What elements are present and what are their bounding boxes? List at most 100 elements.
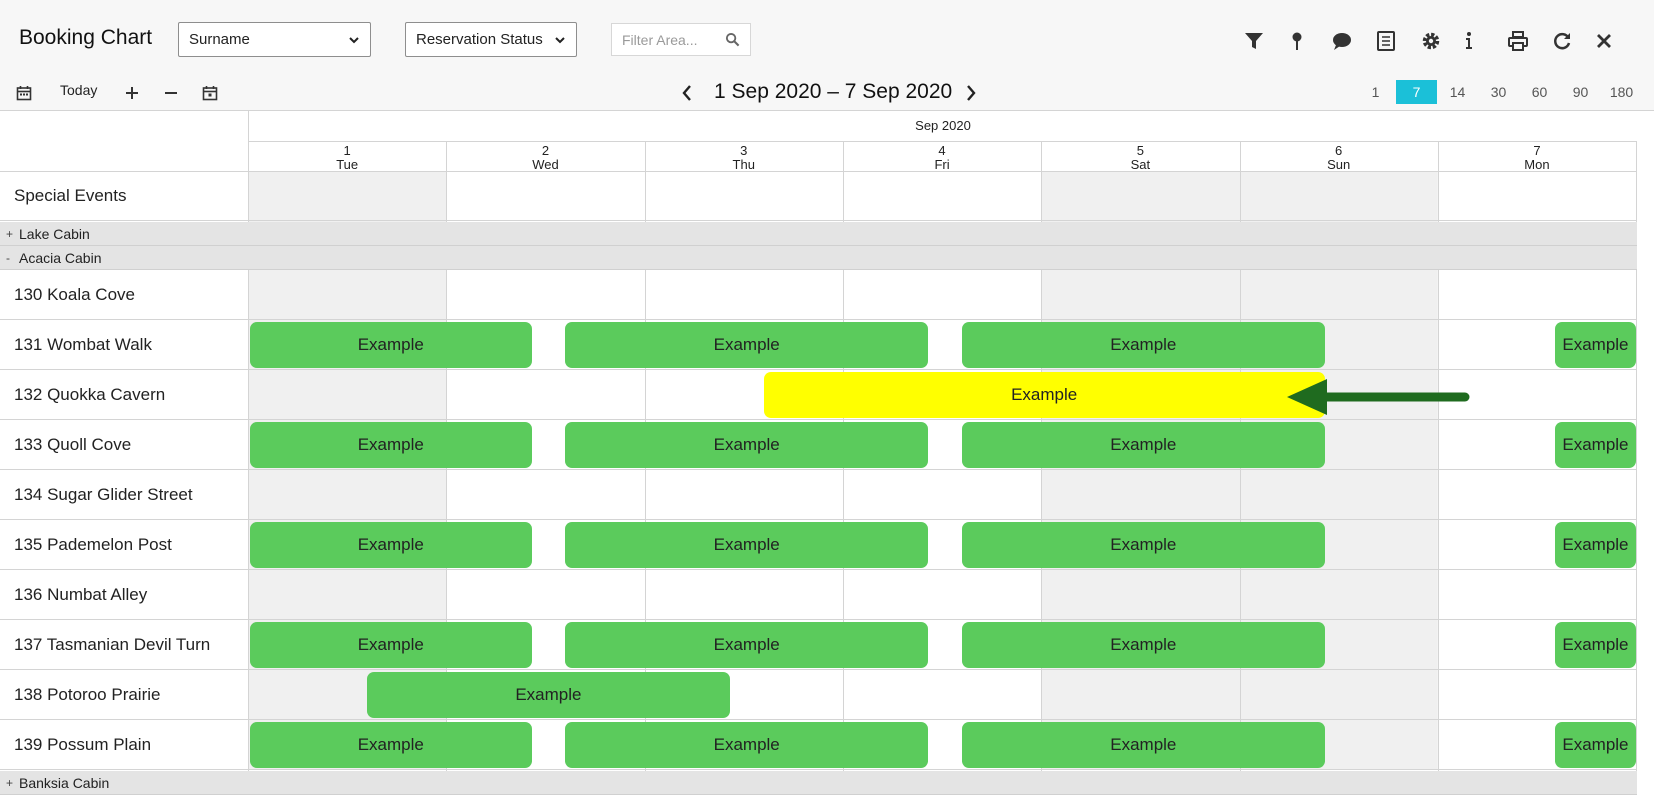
booking-block[interactable]: Example [565,322,929,368]
booking-label: Example [357,335,424,354]
group-label: Lake Cabin [19,226,90,242]
booking-block[interactable]: Example [249,322,532,368]
booking-label: Example [1562,635,1629,654]
top-toolbar: Booking Chart Surname Reservation Status… [0,0,1654,110]
unit-label[interactable]: 132 Quokka Cavern [14,370,165,420]
booking-block[interactable]: Example [565,522,929,568]
view-14-days-button[interactable]: 14 [1437,80,1478,104]
booking-block[interactable]: Example [961,422,1325,468]
booking-block[interactable]: Example [565,722,929,768]
day-header: 1 Tue [248,142,446,172]
today-button[interactable]: Today [60,82,97,98]
booking-block[interactable]: Example [249,722,532,768]
group-label: Acacia Cabin [19,250,102,266]
unit-label[interactable]: 131 Wombat Walk [14,320,152,370]
booking-block[interactable]: Example [366,672,730,718]
zoom-in-icon[interactable] [121,82,143,104]
booking-block[interactable]: Example [1554,422,1637,468]
booking-label: Example [1110,735,1177,754]
refresh-icon[interactable] [1550,29,1574,53]
booking-block[interactable]: Example [1554,522,1637,568]
booking-block[interactable]: Example [1554,722,1637,768]
booking-label: Example [1110,435,1177,454]
booking-block-highlighted[interactable]: Example [763,372,1325,418]
group-row-lake-cabin[interactable]: + Lake Cabin [0,222,1637,246]
surname-select[interactable]: Surname [178,22,371,57]
unit-label[interactable]: 138 Potoroo Prairie [14,670,160,720]
booking-block[interactable]: Example [565,422,929,468]
view-90-days-button[interactable]: 90 [1560,80,1601,104]
booking-label: Example [357,635,424,654]
expand-toggle[interactable]: + [6,771,13,795]
annotation-arrow-icon [1287,379,1470,415]
view-60-days-button[interactable]: 60 [1519,80,1560,104]
date-picker-icon[interactable] [199,82,221,104]
report-icon[interactable] [1374,29,1398,53]
booking-block[interactable]: Example [961,722,1325,768]
zoom-out-icon[interactable] [160,82,182,104]
booking-label: Example [1562,535,1629,554]
calendar-icon[interactable] [13,82,35,104]
booking-block[interactable]: Example [961,622,1325,668]
unit-label[interactable]: 139 Possum Plain [14,720,151,770]
filter-icon[interactable] [1242,29,1266,53]
reservation-status-select[interactable]: Reservation Status [405,22,577,57]
booking-block[interactable]: Example [961,522,1325,568]
previous-week-button[interactable] [676,80,698,106]
close-icon[interactable] [1592,29,1616,53]
day-number: 7 [1533,143,1541,158]
unit-label[interactable]: 130 Koala Cove [14,270,135,320]
day-header: 4 Fri [843,142,1041,172]
row-label: Special Events [14,186,127,205]
booking-block[interactable]: Example [249,522,532,568]
booking-block[interactable]: Example [1554,322,1637,368]
print-icon[interactable] [1506,29,1530,53]
day-of-week: Thu [732,157,755,172]
month-header: Sep 2020 [248,110,1637,142]
day-of-week: Sun [1327,157,1351,172]
booking-block[interactable]: Example [249,622,532,668]
day-of-week: Wed [532,157,559,172]
day-number: 1 [343,143,351,158]
filter-area-input[interactable]: Filter Area... [611,23,751,56]
unit-label[interactable]: 136 Numbat Alley [14,570,147,620]
booking-block[interactable]: Example [961,322,1325,368]
unit-label[interactable]: 135 Pademelon Post [14,520,172,570]
settings-icon[interactable] [1419,29,1443,53]
collapse-toggle[interactable]: - [6,246,10,270]
unit-label[interactable]: 133 Quoll Cove [14,420,131,470]
booking-block[interactable]: Example [1554,622,1637,668]
day-number: 3 [740,143,748,158]
view-30-days-button[interactable]: 30 [1478,80,1519,104]
day-of-week: Fri [934,157,950,172]
unit-row: 138 Potoroo Prairie [0,670,1637,720]
info-icon[interactable] [1457,29,1481,53]
search-icon[interactable] [725,32,740,47]
next-week-button[interactable] [960,80,982,106]
view-1-days-button[interactable]: 1 [1355,80,1396,104]
booking-label: Example [713,535,780,554]
expand-toggle[interactable]: + [6,222,13,246]
reservation-status-value: Reservation Status [416,31,543,48]
day-header: 3 Thu [645,142,843,172]
booking-label: Example [713,635,780,654]
day-of-week: Sat [1130,157,1151,172]
page-title: Booking Chart [19,26,153,49]
day-header: 2 Wed [446,142,644,172]
booking-label: Example [713,735,780,754]
booking-block[interactable]: Example [565,622,929,668]
group-row-acacia-cabin[interactable]: - Acacia Cabin [0,246,1637,270]
group-row-banksia-cabin[interactable]: + Banksia Cabin [0,771,1637,795]
unit-label[interactable]: 134 Sugar Glider Street [14,470,193,520]
booking-label: Example [713,435,780,454]
day-of-week: Tue [336,157,359,172]
chevron-down-icon [349,36,359,43]
comment-icon[interactable] [1330,29,1354,53]
booking-block[interactable]: Example [249,422,532,468]
unit-row: 136 Numbat Alley [0,570,1637,620]
booking-label: Example [1562,335,1629,354]
unit-label[interactable]: 137 Tasmanian Devil Turn [14,620,210,670]
view-180-days-button[interactable]: 180 [1601,80,1642,104]
view-7-days-button[interactable]: 7 [1396,80,1437,104]
map-pin-icon[interactable] [1285,29,1309,53]
